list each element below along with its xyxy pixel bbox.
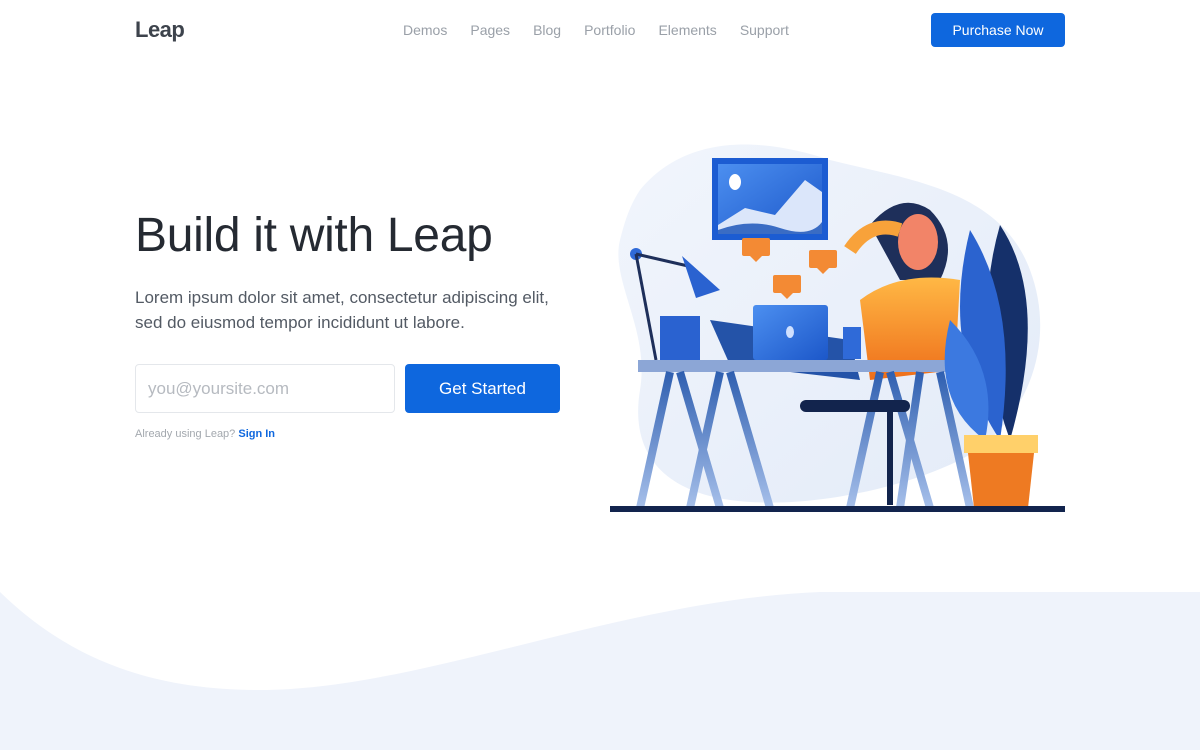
nav-item-demos[interactable]: Demos: [403, 22, 447, 38]
already-using-text: Already using Leap?: [135, 428, 236, 440]
get-started-button[interactable]: Get Started: [405, 364, 560, 413]
footer-wave: [0, 592, 1200, 750]
top-navbar: Leap Demos Pages Blog Portfolio Elements…: [0, 0, 1200, 60]
main-menu: Demos Pages Blog Portfolio Elements Supp…: [403, 22, 789, 38]
signin-prompt: Already using Leap? Sign In: [135, 428, 275, 440]
sign-in-link[interactable]: Sign In: [238, 428, 275, 440]
monitor-icon: [660, 316, 700, 360]
nav-item-pages[interactable]: Pages: [470, 22, 510, 38]
logo[interactable]: Leap: [135, 17, 185, 43]
email-input[interactable]: [135, 364, 395, 413]
floor-line: [610, 506, 1065, 512]
laptop-icon: [753, 305, 828, 360]
hero-title: Build it with Leap: [135, 209, 493, 262]
desk-top: [638, 360, 968, 372]
picture-frame-icon: [712, 158, 828, 240]
nav-item-elements[interactable]: Elements: [658, 22, 716, 38]
nav-item-blog[interactable]: Blog: [533, 22, 561, 38]
chair-seat: [800, 400, 910, 412]
purchase-now-button[interactable]: Purchase Now: [931, 13, 1065, 47]
hero-illustration: [610, 144, 1065, 512]
hero-subtitle: Lorem ipsum dolor sit amet, consectetur …: [135, 288, 549, 332]
cup-icon: [843, 327, 861, 359]
nav-item-portfolio[interactable]: Portfolio: [584, 22, 635, 38]
nav-item-support[interactable]: Support: [740, 22, 789, 38]
